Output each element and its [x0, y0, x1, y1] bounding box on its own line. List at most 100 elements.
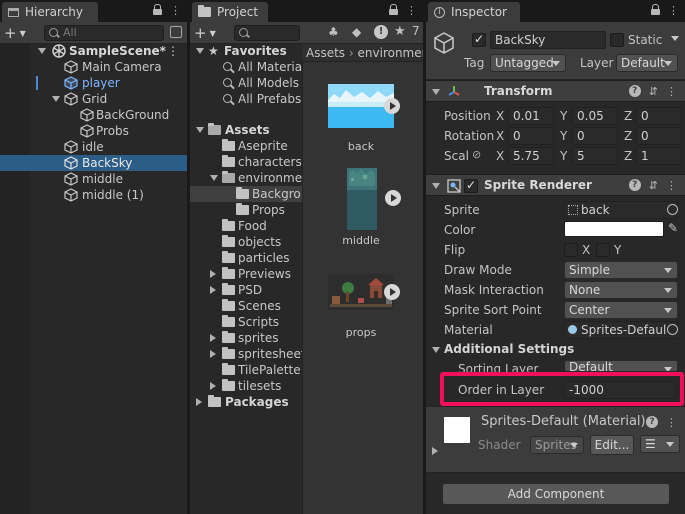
- hierarchy-item-idle[interactable]: idle: [0, 139, 187, 155]
- shader-dropdown[interactable]: Sprites: [530, 436, 584, 454]
- eyedropper-icon[interactable]: ✎: [668, 221, 678, 235]
- edit-shader-button[interactable]: Edit...: [590, 435, 634, 455]
- help-icon[interactable]: ?: [646, 416, 658, 428]
- more-icon[interactable]: ⋮: [666, 416, 677, 429]
- hierarchy-tab[interactable]: Hierarchy: [2, 2, 98, 22]
- hierarchy-item-main-camera[interactable]: Main Camera: [0, 59, 187, 75]
- hierarchy-item-grid[interactable]: Grid: [0, 91, 187, 107]
- object-picker-icon[interactable]: [667, 204, 678, 215]
- static-checkbox[interactable]: [610, 33, 624, 47]
- sprite-sort-point-dropdown[interactable]: Center: [564, 301, 678, 319]
- object-name-input[interactable]: BackSky: [490, 31, 606, 49]
- scale-z-input[interactable]: 1: [636, 147, 682, 165]
- preset-icon[interactable]: ⇵: [649, 179, 658, 192]
- help-icon[interactable]: ?: [628, 85, 641, 97]
- project-search-input[interactable]: [234, 25, 300, 41]
- collapse-arrow-icon[interactable]: [210, 270, 216, 278]
- more-icon[interactable]: ⋮: [668, 4, 679, 17]
- expand-arrow-icon[interactable]: [196, 48, 204, 54]
- folder-background[interactable]: Backgro: [190, 186, 302, 202]
- asset-props[interactable]: [328, 274, 400, 310]
- hierarchy-item-middle-1[interactable]: middle (1): [0, 187, 187, 203]
- more-icon[interactable]: ⋮: [406, 4, 417, 17]
- axis-z-label: Z: [624, 109, 633, 123]
- collapse-arrow-icon[interactable]: [432, 447, 438, 455]
- expand-arrow-icon[interactable]: [196, 127, 204, 133]
- inspector-tab[interactable]: i Inspector: [428, 2, 520, 22]
- expand-arrow-icon[interactable]: [432, 183, 440, 189]
- lock-icon[interactable]: [389, 4, 398, 15]
- more-icon[interactable]: ⋮: [170, 4, 181, 17]
- sprite-renderer-enabled-checkbox[interactable]: [464, 178, 478, 193]
- color-swatch[interactable]: [564, 221, 664, 237]
- collapse-arrow-icon[interactable]: [210, 286, 216, 294]
- active-checkbox[interactable]: [472, 32, 486, 47]
- scale-x-input[interactable]: 5.75: [508, 147, 554, 165]
- sprite-object-field[interactable]: back: [564, 201, 678, 219]
- expand-arrow-icon[interactable]: [432, 347, 440, 353]
- shader-options-dropdown[interactable]: ☰: [640, 435, 680, 453]
- expand-arrow-icon[interactable]: [210, 175, 218, 181]
- favorite-star-icon[interactable]: ★: [394, 24, 406, 39]
- asset-back[interactable]: [328, 84, 400, 128]
- material-object-field[interactable]: Sprites-Defaul: [564, 321, 678, 339]
- play-icon[interactable]: [384, 284, 400, 300]
- scale-y-input[interactable]: 5: [572, 147, 618, 165]
- hierarchy-search-input[interactable]: All: [44, 25, 164, 41]
- preset-icon[interactable]: ⇵: [649, 85, 658, 98]
- hierarchy-item-middle[interactable]: middle: [0, 171, 187, 187]
- filter-by-type-icon[interactable]: ♣: [328, 25, 339, 39]
- rotation-z-input[interactable]: 0: [636, 127, 682, 145]
- link-constraint-icon[interactable]: ⊘: [472, 148, 481, 161]
- rotation-y-input[interactable]: 0: [572, 127, 618, 145]
- hidden-packages-badge[interactable]: 7: [412, 24, 420, 38]
- collapse-arrow-icon[interactable]: [210, 382, 216, 390]
- hierarchy-item-player[interactable]: player: [0, 75, 187, 91]
- collapse-arrow-icon[interactable]: [210, 334, 216, 342]
- more-icon[interactable]: ⋮: [666, 85, 677, 98]
- scene-row[interactable]: SampleScene* ⋮: [0, 43, 187, 59]
- help-icon[interactable]: ?: [628, 179, 641, 191]
- breadcrumb-assets[interactable]: Assets: [306, 46, 345, 60]
- play-icon[interactable]: [384, 98, 400, 114]
- sorting-layer-dropdown[interactable]: Default: [564, 360, 678, 372]
- flip-x-checkbox[interactable]: [564, 243, 578, 257]
- hierarchy-item-background[interactable]: BackGround: [0, 107, 187, 123]
- filter-icon[interactable]: [170, 26, 182, 38]
- expand-arrow-icon[interactable]: [38, 48, 46, 54]
- position-y-input[interactable]: 0.05: [572, 107, 618, 125]
- play-icon[interactable]: [385, 190, 401, 206]
- lock-icon[interactable]: [153, 4, 162, 15]
- project-tab[interactable]: Project: [192, 2, 268, 22]
- create-button[interactable]: + ▼: [4, 24, 26, 42]
- transform-header[interactable]: Transform ? ⇵ ⋮: [426, 80, 685, 102]
- asset-middle[interactable]: [347, 168, 401, 230]
- position-z-input[interactable]: 0: [636, 107, 682, 125]
- sprite-renderer-header[interactable]: Sprite Renderer ? ⇵ ⋮: [426, 174, 685, 196]
- object-picker-icon[interactable]: [667, 324, 678, 335]
- scene-menu-icon[interactable]: ⋮: [167, 43, 179, 59]
- warning-icon[interactable]: !: [374, 25, 388, 39]
- flip-y-checkbox[interactable]: [596, 243, 610, 257]
- draw-mode-dropdown[interactable]: Simple: [564, 261, 678, 279]
- breadcrumb-environment[interactable]: environmen: [358, 46, 423, 60]
- label-tag-icon[interactable]: ◆: [352, 25, 361, 39]
- collapse-arrow-icon[interactable]: [210, 350, 216, 358]
- tag-dropdown[interactable]: Untagged: [490, 54, 566, 72]
- add-component-button[interactable]: Add Component: [442, 483, 670, 505]
- lock-icon[interactable]: [651, 4, 660, 15]
- layer-dropdown[interactable]: Default: [616, 54, 678, 72]
- expand-arrow-icon[interactable]: [432, 89, 440, 95]
- position-x-input[interactable]: 0.01: [508, 107, 554, 125]
- more-icon[interactable]: ⋮: [666, 179, 677, 192]
- hierarchy-item-probs[interactable]: Probs: [0, 123, 187, 139]
- asset-label-middle: middle: [342, 234, 380, 247]
- mask-interaction-dropdown[interactable]: None: [564, 281, 678, 299]
- project-create-button[interactable]: + ▼: [194, 24, 216, 42]
- static-dropdown-arrow-icon[interactable]: [671, 36, 679, 41]
- rotation-x-input[interactable]: 0: [508, 127, 554, 145]
- collapse-arrow-icon[interactable]: [196, 398, 202, 406]
- hierarchy-item-backsky[interactable]: BackSky: [0, 155, 187, 171]
- expand-arrow-icon[interactable]: [52, 96, 60, 102]
- chevron-down-icon: ▼: [19, 28, 26, 38]
